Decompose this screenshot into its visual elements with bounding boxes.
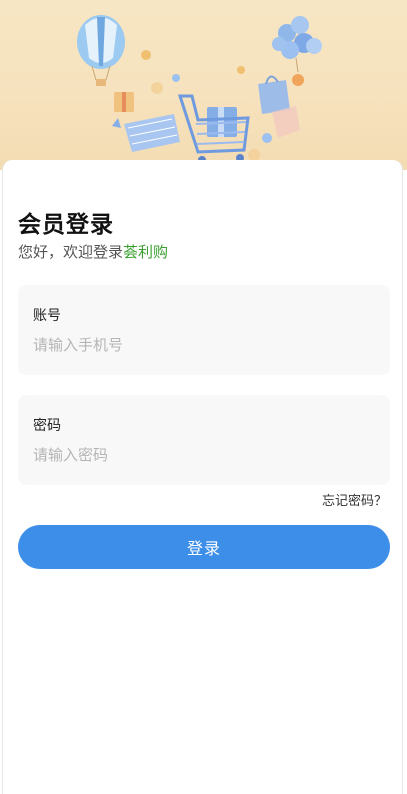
password-label: 密码 (33, 418, 61, 434)
hero-banner (0, 0, 407, 170)
username-field[interactable]: 账号 (18, 285, 390, 375)
greeting-text: 您好，欢迎登录荟利购 (18, 241, 168, 262)
login-button[interactable]: 登录 (18, 525, 390, 569)
balloon-icon (77, 15, 125, 86)
shopping-bag-icon (258, 75, 290, 114)
username-label: 账号 (33, 308, 61, 324)
login-page: 会员登录 您好，欢迎登录荟利购 账号 密码 忘记密码？ 登录 (0, 0, 407, 794)
brand-name: 荟利购 (123, 243, 169, 261)
balloons-icon (272, 16, 322, 86)
page-title: 会员登录 (18, 212, 114, 238)
greeting-label: 您好，欢迎登录 (18, 243, 124, 261)
forgot-password-link[interactable]: 忘记密码？ (322, 490, 387, 509)
username-input[interactable] (33, 333, 373, 357)
password-input[interactable] (33, 443, 373, 467)
password-field[interactable]: 密码 (18, 395, 390, 485)
basket-icon (124, 114, 180, 152)
shopping-cart-illustration (77, 15, 322, 164)
login-card: 会员登录 您好，欢迎登录荟利购 账号 密码 忘记密码？ 登录 (2, 160, 403, 794)
